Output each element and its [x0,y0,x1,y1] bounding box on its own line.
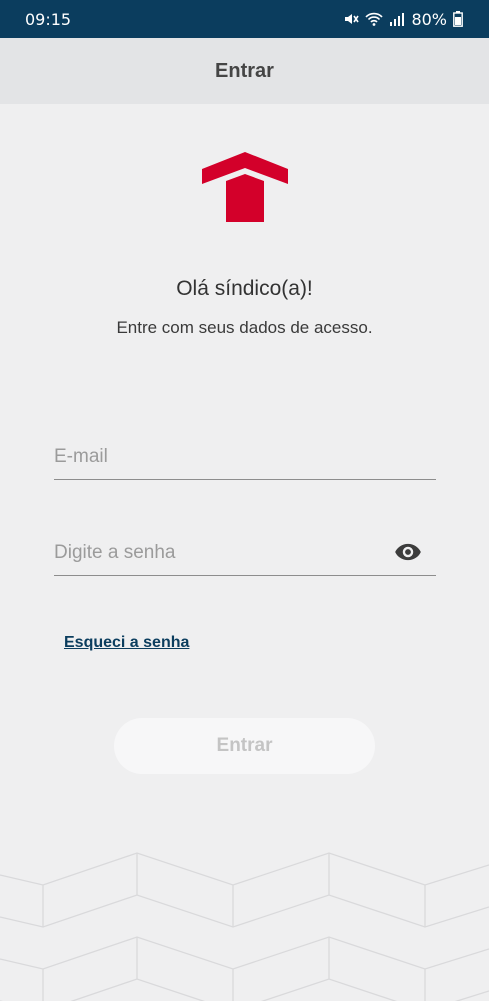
battery-percent: 80% [411,9,447,29]
status-icons: 80% [343,10,463,29]
eye-icon[interactable] [394,538,422,566]
login-button[interactable]: Entrar [114,718,375,774]
background-pattern [0,852,489,1001]
status-bar: 09:15 80% [0,0,489,38]
status-time: 09:15 [25,9,72,29]
greeting-text: Olá síndico(a)! [176,277,313,300]
app-header: Entrar [0,38,489,104]
page-title: Entrar [215,59,274,82]
forgot-password-link[interactable]: Esqueci a senha [64,634,189,652]
wifi-icon [365,12,384,26]
signal-icon [390,13,405,26]
subtitle-text: Entre com seus dados de acesso. [116,318,373,337]
email-field[interactable] [54,434,436,480]
password-field[interactable] [54,530,436,576]
house-logo [202,152,288,222]
mute-icon [345,14,360,24]
email-input[interactable] [54,434,436,479]
battery-icon [453,11,463,27]
password-input[interactable] [54,530,436,575]
